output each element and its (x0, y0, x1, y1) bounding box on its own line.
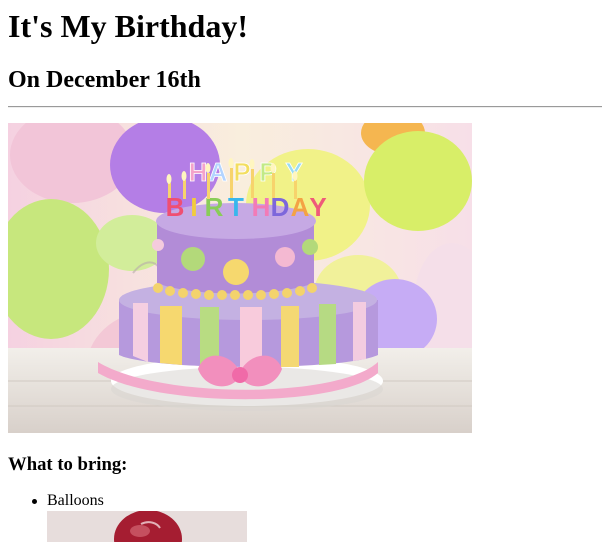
svg-text:H: H (252, 192, 271, 222)
svg-text:I: I (190, 192, 197, 222)
svg-text:H: H (189, 157, 208, 187)
svg-text:A: A (209, 157, 228, 187)
section-divider (8, 106, 602, 108)
what-to-bring-heading: What to bring: (8, 454, 128, 475)
list-item: Balloons (32, 491, 104, 511)
svg-text:A: A (291, 192, 310, 222)
svg-text:P: P (233, 157, 250, 187)
party-date-subtitle: On December 16th (8, 67, 201, 93)
balloon-image (47, 511, 247, 542)
bring-list: Balloons (8, 491, 104, 511)
svg-text:Y: Y (309, 192, 326, 222)
list-item-label: Balloons (47, 492, 104, 509)
page: It's My Birthday! On December 16th H A P… (0, 0, 612, 542)
birthday-cake-image: H A P P Y B I R T H D A Y (8, 123, 472, 433)
page-title: It's My Birthday! (8, 8, 248, 44)
bullet-icon (32, 499, 37, 504)
